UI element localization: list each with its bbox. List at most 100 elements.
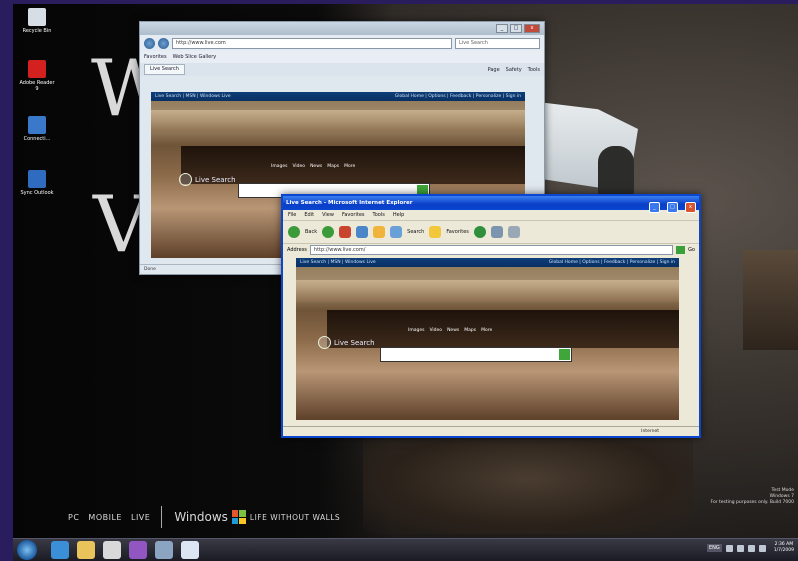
category-more[interactable]: More [344, 164, 355, 169]
favorites-button[interactable]: Favorites [144, 54, 167, 60]
desktop-icon-sync-outlook[interactable]: Sync Outlook [18, 170, 56, 196]
forward-icon[interactable] [322, 226, 335, 238]
favorites-star-icon[interactable] [429, 226, 442, 238]
close-button[interactable]: x [685, 202, 696, 213]
desktop-icon-adobe-reader[interactable]: Adobe Reader 9 [18, 60, 56, 92]
maximize-button[interactable]: □ [510, 24, 522, 33]
site-nav-links[interactable]: Live Search | MSN | Windows Live [300, 260, 376, 265]
category-images[interactable]: Images [408, 328, 424, 333]
print-icon[interactable] [507, 226, 520, 238]
media-player-taskbar-icon[interactable] [103, 541, 121, 559]
branding-divider [161, 506, 163, 528]
history-icon[interactable] [473, 226, 486, 238]
category-news[interactable]: News [310, 164, 322, 169]
live-search-logo-icon [318, 336, 331, 349]
address-field[interactable]: http://www.live.com/ [309, 244, 674, 255]
live-search-label: Live Search [334, 338, 375, 347]
network-icon[interactable] [736, 544, 744, 552]
search-button-label[interactable]: Search [407, 229, 424, 235]
maximize-button[interactable]: □ [666, 202, 678, 213]
tab-live-search[interactable]: Live Search [144, 64, 185, 75]
explorer-taskbar-icon[interactable] [77, 541, 95, 559]
menu-file[interactable]: File [288, 212, 296, 218]
system-tray: ENG 2:36 AM 1/7/2009 [707, 542, 794, 554]
category-video[interactable]: Video [429, 328, 442, 333]
title-bar[interactable]: _ □ x [140, 22, 544, 35]
home-icon[interactable] [373, 226, 386, 238]
category-maps[interactable]: Maps [327, 164, 339, 169]
category-more[interactable]: More [481, 328, 492, 333]
onenote-taskbar-icon[interactable] [129, 541, 147, 559]
search-categories: Images Video News Maps More [408, 328, 492, 333]
site-user-links[interactable]: Global Home | Options | Feedback | Perso… [549, 260, 675, 265]
live-search-label: Live Search [195, 175, 236, 184]
category-images[interactable]: Images [271, 164, 287, 169]
site-top-bar: Live Search | MSN | Windows Live Global … [151, 92, 525, 101]
favorites-button-label[interactable]: Favorites [446, 229, 469, 235]
search-categories: Images Video News Maps More [271, 164, 355, 169]
menu-help[interactable]: Help [393, 212, 404, 218]
desktop-icon-label: Adobe Reader 9 [19, 80, 55, 92]
site-user-links[interactable]: Global Home | Options | Feedback | Perso… [395, 94, 521, 99]
branding-nav-live: LIVE [130, 512, 151, 522]
desktop-icon-recycle-bin[interactable]: Recycle Bin [18, 8, 56, 34]
close-button[interactable]: x [524, 24, 540, 33]
taskbar: ENG 2:36 AM 1/7/2009 [13, 538, 798, 561]
menu-favorites[interactable]: Favorites [342, 212, 365, 218]
category-news[interactable]: News [447, 328, 459, 333]
safety-menu[interactable]: Safety [506, 67, 522, 73]
branding-tagline: LIFE WITHOUT WALLS [249, 512, 341, 522]
refresh-icon[interactable] [356, 226, 369, 238]
volume-icon[interactable] [747, 544, 755, 552]
minimize-button[interactable]: _ [648, 202, 660, 213]
menu-tools[interactable]: Tools [373, 212, 385, 218]
tab-row: Live Search Page Safety Tools [140, 63, 544, 76]
menu-edit[interactable]: Edit [304, 212, 314, 218]
tools-menu[interactable]: Tools [528, 67, 540, 73]
go-button[interactable]: Go [688, 247, 695, 253]
back-button-label[interactable]: Back [305, 229, 317, 235]
live-search-box[interactable] [380, 347, 572, 362]
category-video[interactable]: Video [292, 164, 305, 169]
flag-icon[interactable] [725, 544, 733, 552]
search-icon[interactable] [390, 226, 403, 238]
back-icon[interactable] [144, 37, 155, 49]
stop-icon[interactable] [339, 226, 352, 238]
desktop-icon-label: Recycle Bin [22, 28, 52, 34]
address-field[interactable]: http://www.live.com [172, 37, 452, 49]
browser-window-ie-xp[interactable]: Live Search - Microsoft Internet Explore… [281, 194, 701, 438]
wallpaper-rug [363, 424, 693, 534]
mail-icon[interactable] [490, 226, 503, 238]
wallpaper-figure [598, 146, 634, 196]
ie-taskbar-icon[interactable] [51, 541, 69, 559]
desktop-icon-connect[interactable]: Connecti... [18, 116, 56, 142]
web-slice-gallery-link[interactable]: Web Slice Gallery [173, 54, 217, 60]
power-icon[interactable] [758, 544, 766, 552]
language-indicator[interactable]: ENG [707, 544, 722, 552]
go-icon[interactable] [676, 245, 686, 254]
navigation-bar: http://www.live.com Live Search [140, 35, 544, 51]
outlook-icon [28, 170, 46, 188]
back-icon[interactable] [288, 226, 300, 238]
live-search-logo-icon [179, 173, 192, 186]
favorites-bar: Favorites Web Slice Gallery [140, 51, 544, 63]
clock[interactable]: 2:36 AM 1/7/2009 [774, 542, 794, 554]
site-nav-links[interactable]: Live Search | MSN | Windows Live [155, 94, 231, 99]
title-bar[interactable]: Live Search - Microsoft Internet Explore… [283, 196, 699, 213]
address-label: Address [287, 246, 307, 253]
window-switcher-taskbar-icon[interactable] [155, 541, 173, 559]
start-button[interactable] [17, 540, 37, 560]
page-menu[interactable]: Page [488, 67, 500, 73]
cliff-ledge [296, 280, 679, 302]
zone-indicator: Internet [641, 429, 659, 434]
category-maps[interactable]: Maps [464, 328, 476, 333]
search-input[interactable]: Live Search [455, 37, 540, 49]
search-go-button[interactable] [559, 349, 570, 360]
minimize-button[interactable]: _ [496, 24, 508, 33]
cliff-ledge [151, 110, 525, 132]
site-top-bar: Live Search | MSN | Windows Live Global … [296, 258, 679, 267]
menu-view[interactable]: View [322, 212, 334, 218]
document-taskbar-icon[interactable] [181, 541, 199, 559]
forward-icon[interactable] [158, 37, 169, 49]
web-content: Live Search | MSN | Windows Live Global … [296, 258, 679, 420]
